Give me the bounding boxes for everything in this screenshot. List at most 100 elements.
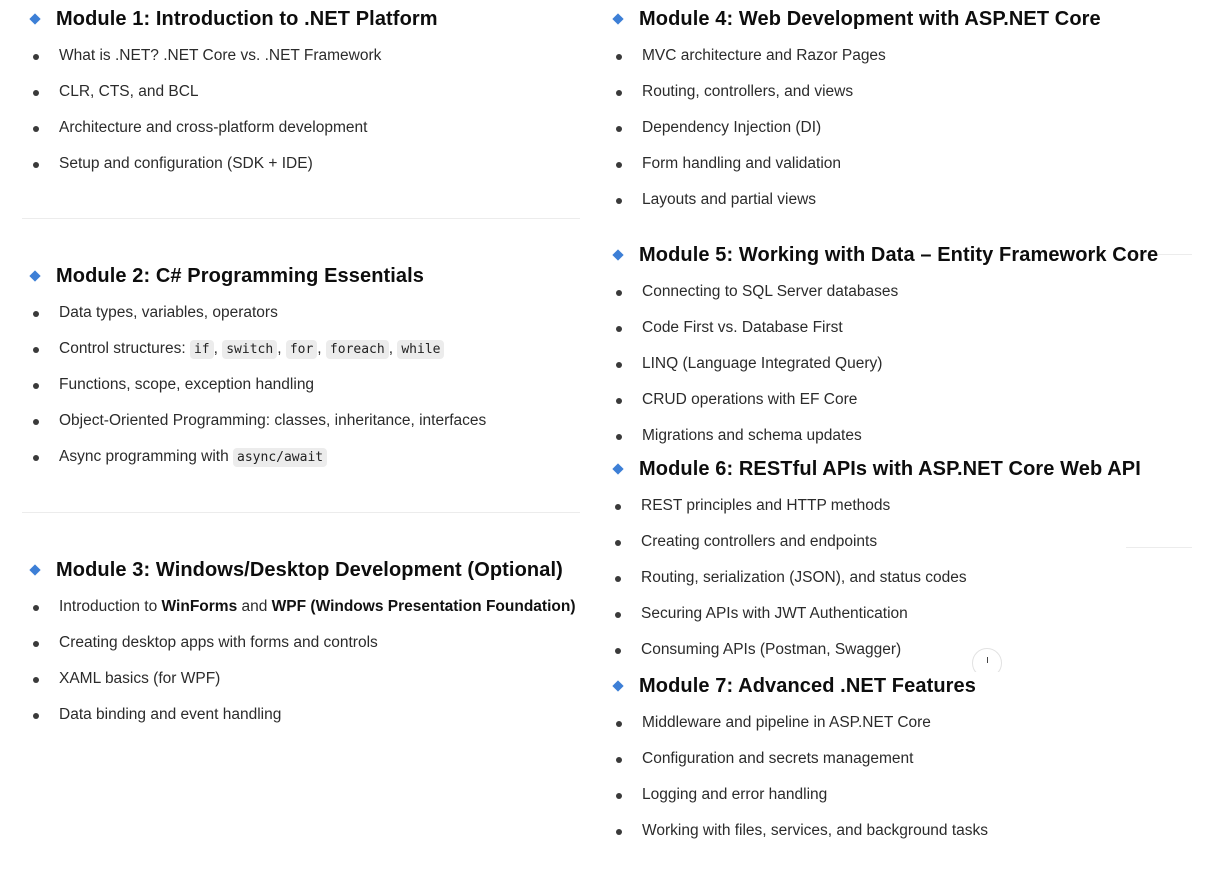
diamond-bullet-icon (29, 13, 41, 25)
bullet-icon (616, 398, 622, 404)
list-item: Middleware and pipeline in ASP.NET Core (609, 705, 988, 741)
module-4-list: MVC architecture and Razor Pages Routing… (609, 38, 1101, 218)
bullet-icon (616, 162, 622, 168)
bullet-icon (33, 713, 39, 719)
module-1-section: Module 1: Introduction to .NET Platform … (26, 5, 438, 182)
bullet-icon (616, 757, 622, 763)
module-6-section: Module 6: RESTful APIs with ASP.NET Core… (609, 455, 1141, 668)
section-divider (22, 218, 580, 219)
list-item: Async programming with async/await (26, 439, 486, 475)
bullet-icon (616, 90, 622, 96)
module-4-header: Module 4: Web Development with ASP.NET C… (609, 5, 1101, 33)
module-3-list: Introduction to WinForms and WPF (Window… (26, 589, 575, 733)
bullet-icon (616, 126, 622, 132)
list-item: Code First vs. Database First (609, 310, 1158, 346)
module-4-section: Module 4: Web Development with ASP.NET C… (609, 5, 1101, 218)
list-item: Configuration and secrets management (609, 741, 988, 777)
module-2-header: Module 2: C# Programming Essentials (26, 262, 486, 290)
inline-code: while (397, 340, 445, 359)
diamond-bullet-icon (29, 564, 41, 576)
bullet-icon (616, 362, 622, 368)
inline-code: async/await (233, 448, 328, 467)
module-6-header: Module 6: RESTful APIs with ASP.NET Core… (609, 455, 1141, 483)
bullet-icon (33, 347, 39, 353)
bullet-icon (33, 126, 39, 132)
module-6-title: Module 6: RESTful APIs with ASP.NET Core… (639, 457, 1141, 480)
bullet-icon (616, 793, 622, 799)
list-item: Data types, variables, operators (26, 295, 486, 331)
bullet-icon (616, 434, 622, 440)
bullet-icon (33, 162, 39, 168)
list-item: Consuming APIs (Postman, Swagger) (608, 632, 1141, 668)
list-item: Object-Oriented Programming: classes, in… (26, 403, 486, 439)
inline-code: switch (222, 340, 278, 359)
module-5-header: Module 5: Working with Data – Entity Fra… (609, 241, 1158, 269)
bullet-icon (615, 504, 621, 510)
list-item: CLR, CTS, and BCL (26, 74, 438, 110)
list-item: CRUD operations with EF Core (609, 382, 1158, 418)
bullet-icon (33, 641, 39, 647)
list-item: Creating controllers and endpoints (608, 524, 1141, 560)
list-item: Data binding and event handling (26, 697, 575, 733)
module-7-header: Module 7: Advanced .NET Features (609, 672, 988, 700)
module-5-list: Connecting to SQL Server databases Code … (609, 274, 1158, 454)
bullet-icon (33, 90, 39, 96)
list-item: Functions, scope, exception handling (26, 367, 486, 403)
module-2-title: Module 2: C# Programming Essentials (56, 264, 425, 287)
list-item: Creating desktop apps with forms and con… (26, 625, 575, 661)
bullet-icon (33, 419, 39, 425)
bullet-icon (615, 540, 621, 546)
list-item: Form handling and validation (609, 146, 1101, 182)
diamond-bullet-icon (612, 463, 624, 475)
bullet-icon (33, 455, 39, 461)
inline-code: if (189, 340, 214, 359)
bullet-icon (33, 677, 39, 683)
bullet-icon (616, 721, 622, 727)
bullet-icon (615, 576, 621, 582)
module-7-list: Middleware and pipeline in ASP.NET Core … (609, 705, 988, 849)
list-item: REST principles and HTTP methods (608, 488, 1141, 524)
list-item: What is .NET? .NET Core vs. .NET Framewo… (26, 38, 438, 74)
bullet-icon (615, 648, 621, 654)
module-2-list: Data types, variables, operators Control… (26, 295, 486, 475)
inline-code: for (285, 340, 318, 359)
list-item: Architecture and cross-platform developm… (26, 110, 438, 146)
list-item: LINQ (Language Integrated Query) (609, 346, 1158, 382)
list-item: Routing, controllers, and views (609, 74, 1101, 110)
module-3-section: Module 3: Windows/Desktop Development (O… (26, 556, 575, 733)
section-divider (1126, 547, 1192, 548)
module-7-section: Module 7: Advanced .NET Features Middlew… (609, 672, 1009, 849)
diamond-bullet-icon (612, 13, 624, 25)
bullet-icon (33, 54, 39, 60)
module-6-list: REST principles and HTTP methods Creatin… (608, 488, 1141, 668)
bullet-icon (616, 326, 622, 332)
module-3-title: Module 3: Windows/Desktop Development (O… (56, 558, 563, 581)
diamond-bullet-icon (612, 680, 624, 692)
section-divider (22, 512, 580, 513)
bullet-icon (616, 290, 622, 296)
module-5-section: Module 5: Working with Data – Entity Fra… (609, 241, 1158, 454)
bullet-icon (616, 54, 622, 60)
bullet-icon (615, 612, 621, 618)
module-1-list: What is .NET? .NET Core vs. .NET Framewo… (26, 38, 438, 182)
arrow-down-icon (987, 657, 988, 663)
bullet-icon (33, 383, 39, 389)
module-5-title: Module 5: Working with Data – Entity Fra… (639, 243, 1159, 266)
list-item: Introduction to WinForms and WPF (Window… (26, 589, 575, 625)
diamond-bullet-icon (29, 270, 41, 282)
bullet-icon (616, 198, 622, 204)
bullet-icon (616, 829, 622, 835)
list-item: Dependency Injection (DI) (609, 110, 1101, 146)
list-item: Logging and error handling (609, 777, 988, 813)
list-item: Securing APIs with JWT Authentication (608, 596, 1141, 632)
list-item: XAML basics (for WPF) (26, 661, 575, 697)
bullet-icon (33, 605, 39, 611)
module-4-title: Module 4: Web Development with ASP.NET C… (639, 7, 1101, 30)
bullet-icon (33, 311, 39, 317)
module-2-section: Module 2: C# Programming Essentials Data… (26, 262, 486, 475)
list-item: MVC architecture and Razor Pages (609, 38, 1101, 74)
list-item: Control structures: if, switch, for, for… (26, 331, 486, 367)
module-1-header: Module 1: Introduction to .NET Platform (26, 5, 438, 33)
module-3-header: Module 3: Windows/Desktop Development (O… (26, 556, 575, 584)
inline-code: foreach (325, 340, 389, 359)
